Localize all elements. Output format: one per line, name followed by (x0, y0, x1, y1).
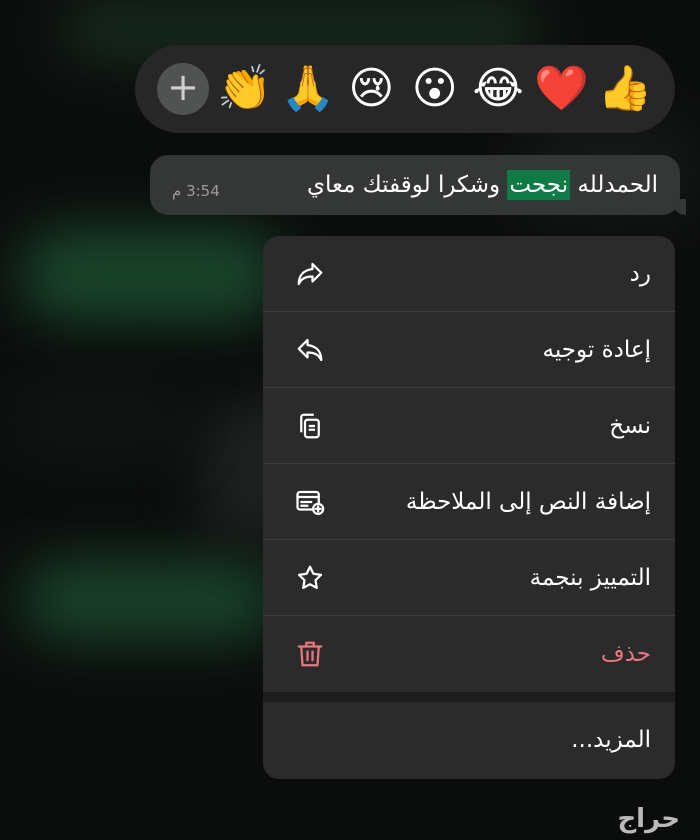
menu-item-delete[interactable]: حذف (263, 616, 675, 692)
menu-item-label: التمييز بنجمة (529, 564, 651, 591)
copy-icon (293, 409, 327, 443)
menu-item-more[interactable]: المزيد... (263, 702, 675, 778)
message-bubble[interactable]: 3:54 م الحمدلله نجحت وشكرا لوقفتك معاي (150, 155, 686, 215)
message-text-before: الحمدلله (570, 172, 658, 198)
message-text-highlight: نجحت (507, 170, 571, 200)
menu-item-label: نسخ (609, 412, 651, 439)
reaction-sad[interactable]: 😢 (343, 67, 399, 111)
menu-item-label: إضافة النص إلى الملاحظة (405, 488, 651, 515)
reaction-heart[interactable]: ❤️ (534, 67, 590, 111)
menu-item-copy[interactable]: نسخ (263, 388, 675, 464)
reaction-thumbs-up[interactable]: 👍 (597, 67, 653, 111)
reply-icon (293, 257, 327, 291)
reaction-pray[interactable]: 🙏 (280, 67, 336, 111)
message-text-after: وشكرا لوقفتك معاي (307, 172, 508, 198)
reaction-surprised[interactable]: 😮 (407, 67, 463, 111)
menu-item-forward[interactable]: إعادة توجيه (263, 312, 675, 388)
menu-item-label: حذف (600, 641, 651, 667)
menu-item-reply[interactable]: رد (263, 236, 675, 312)
add-note-icon (293, 485, 327, 519)
plus-icon: + (167, 65, 199, 109)
menu-item-label: إعادة توجيه (542, 336, 652, 363)
menu-separator (263, 692, 675, 702)
message-context-menu: رد إعادة توجيه نسخ إضافة النص إلى الملاح… (263, 236, 675, 779)
menu-item-star[interactable]: التمييز بنجمة (263, 540, 675, 616)
forward-icon (293, 333, 327, 367)
trash-icon (293, 637, 327, 671)
message-text: الحمدلله نجحت وشكرا لوقفتك معاي (307, 170, 658, 200)
reaction-bar: 👍 ❤️ 😂 😮 😢 🙏 👏 + (135, 45, 675, 133)
menu-item-label: رد (629, 260, 651, 287)
menu-item-add-to-note[interactable]: إضافة النص إلى الملاحظة (263, 464, 675, 540)
star-icon (293, 561, 327, 595)
message-time: 3:54 م (172, 182, 220, 200)
reaction-laugh[interactable]: 😂 (470, 67, 526, 111)
menu-item-label: المزيد... (571, 727, 651, 753)
reaction-clap[interactable]: 👏 (216, 67, 272, 111)
add-reaction-button[interactable]: + (157, 63, 209, 115)
site-watermark: حراج (617, 804, 680, 834)
